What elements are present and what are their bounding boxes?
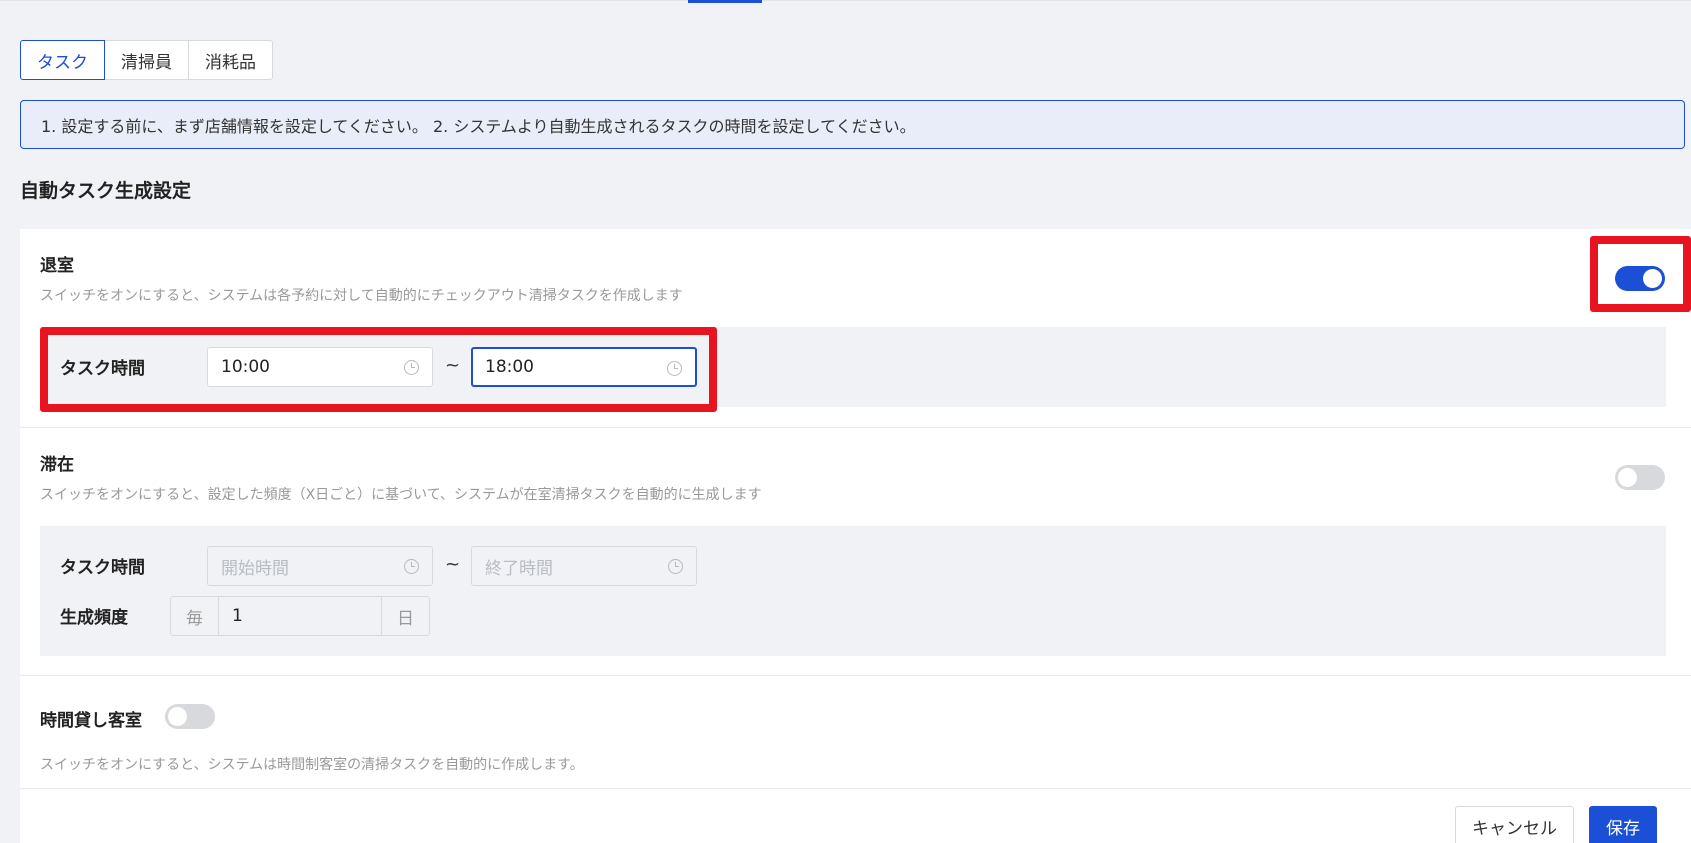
stay-section: 滞在 スイッチをオンにすると、設定した頻度（X日ごと）に基づいて、システムが在室… bbox=[20, 428, 1691, 676]
stay-end-time-placeholder: 終了時間 bbox=[485, 558, 553, 579]
hourly-toggle[interactable] bbox=[165, 704, 215, 729]
stay-start-time-input[interactable]: 開始時間 bbox=[207, 546, 433, 586]
checkout-end-time-value: 18:00 bbox=[485, 357, 534, 377]
tab-cleaners[interactable]: 清掃員 bbox=[104, 40, 189, 80]
time-range-separator: ~ bbox=[445, 355, 461, 376]
checkout-title: 退室 bbox=[40, 256, 74, 276]
clock-icon bbox=[668, 559, 683, 574]
tab-task[interactable]: タスク bbox=[20, 40, 105, 80]
clock-icon bbox=[404, 559, 419, 574]
top-border bbox=[0, 0, 1691, 1]
checkout-task-time-label: タスク時間 bbox=[60, 359, 145, 379]
hourly-title: 時間貸し客室 bbox=[40, 711, 142, 731]
checkout-description: スイッチをオンにすると、システムは各予約に対して自動的にチェックアウト清掃タスク… bbox=[40, 288, 683, 304]
stay-task-time-label: タスク時間 bbox=[60, 558, 145, 578]
info-banner: 1. 設定する前に、まず店舗情報を設定してください。 2. システムより自動生成… bbox=[20, 100, 1685, 149]
stay-frequency-input-group: 毎 1 日 bbox=[170, 596, 430, 636]
tab-bar: タスク 清掃員 消耗品 bbox=[20, 40, 273, 80]
stay-toggle[interactable] bbox=[1615, 465, 1665, 490]
frequency-value-input[interactable]: 1 bbox=[218, 597, 382, 635]
hourly-description: スイッチをオンにすると、システムは時間制客室の清掃タスクを自動的に作成します。 bbox=[40, 757, 584, 773]
settings-card: 退室 スイッチをオンにすると、システムは各予約に対して自動的にチェックアウト清掃… bbox=[20, 229, 1691, 843]
cancel-button[interactable]: キャンセル bbox=[1455, 806, 1574, 843]
hourly-section: 時間貸し客室 スイッチをオンにすると、システムは時間制客室の清掃タスクを自動的に… bbox=[20, 676, 1691, 789]
time-range-separator: ~ bbox=[445, 554, 461, 575]
checkout-section: 退室 スイッチをオンにすると、システムは各予約に対して自動的にチェックアウト清掃… bbox=[20, 229, 1691, 428]
clock-icon bbox=[667, 361, 682, 376]
stay-frequency-label: 生成頻度 bbox=[60, 608, 128, 628]
info-banner-text: 1. 設定する前に、まず店舗情報を設定してください。 2. システムより自動生成… bbox=[41, 116, 916, 136]
stay-title: 滞在 bbox=[40, 455, 74, 475]
stay-description: スイッチをオンにすると、設定した頻度（X日ごと）に基づいて、システムが在室清掃タ… bbox=[40, 487, 762, 503]
active-nav-indicator bbox=[688, 0, 762, 3]
checkout-time-panel: タスク時間 10:00 ~ 18:00 bbox=[40, 327, 1666, 407]
checkout-start-time-input[interactable]: 10:00 bbox=[207, 347, 433, 387]
checkout-end-time-input[interactable]: 18:00 bbox=[471, 347, 697, 387]
stay-settings-panel: タスク時間 開始時間 ~ 終了時間 生成頻度 毎 1 日 bbox=[40, 526, 1666, 656]
frequency-prefix: 毎 bbox=[171, 597, 218, 635]
checkout-start-time-value: 10:00 bbox=[221, 357, 270, 377]
stay-start-time-placeholder: 開始時間 bbox=[221, 558, 289, 579]
toggle-knob bbox=[1643, 269, 1662, 288]
checkout-toggle[interactable] bbox=[1615, 266, 1665, 291]
clock-icon bbox=[404, 360, 419, 375]
save-button[interactable]: 保存 bbox=[1589, 806, 1657, 843]
toggle-knob bbox=[168, 707, 187, 726]
section-title: 自動タスク生成設定 bbox=[20, 180, 192, 202]
tab-consumables[interactable]: 消耗品 bbox=[188, 40, 273, 80]
toggle-knob bbox=[1618, 468, 1637, 487]
frequency-suffix: 日 bbox=[382, 597, 429, 635]
stay-end-time-input[interactable]: 終了時間 bbox=[471, 546, 697, 586]
